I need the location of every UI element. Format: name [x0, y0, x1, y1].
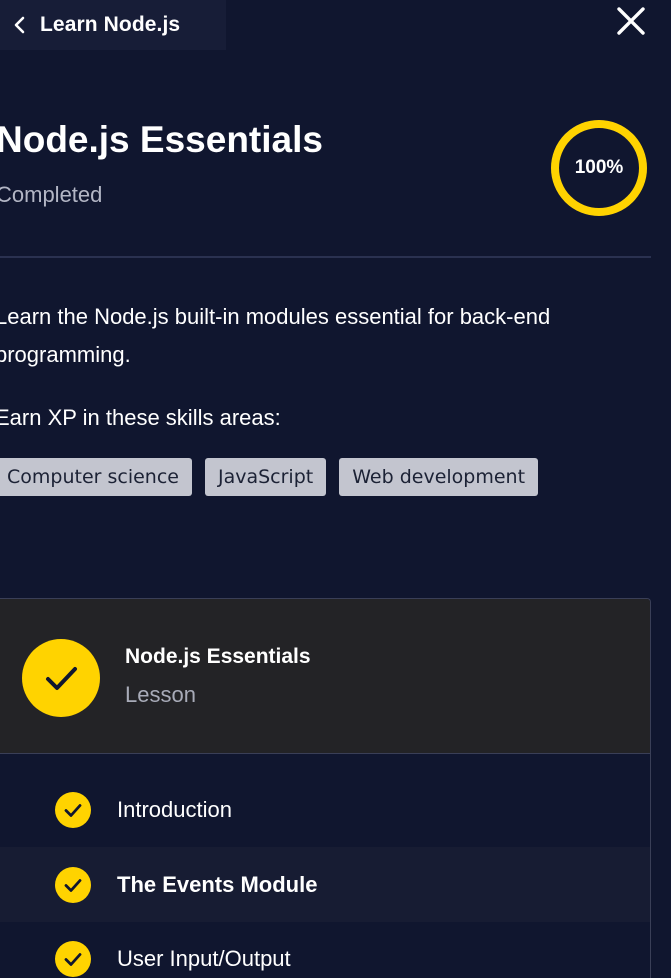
- chevron-left-icon: [14, 16, 25, 34]
- skill-tag[interactable]: JavaScript: [204, 458, 327, 496]
- close-icon[interactable]: [616, 6, 646, 36]
- progress-percent: 100%: [574, 157, 624, 178]
- divider: [0, 256, 651, 258]
- lesson-item-introduction[interactable]: Introduction: [0, 772, 650, 847]
- course-description: Learn the Node.js built-in modules essen…: [0, 304, 551, 367]
- lesson-item-label: User Input/Output: [117, 945, 291, 971]
- skill-tags: Computer science JavaScript Web developm…: [0, 458, 539, 496]
- skill-tag[interactable]: Computer science: [0, 458, 192, 496]
- lesson-item-user-io[interactable]: User Input/Output: [0, 921, 650, 978]
- lesson-item-label: Introduction: [117, 796, 232, 822]
- lesson-item-events-module[interactable]: The Events Module: [0, 847, 650, 922]
- check-circle-icon: [55, 791, 91, 828]
- course-status: Completed: [0, 182, 103, 207]
- lesson-type: Lesson: [125, 682, 196, 707]
- lesson-header[interactable]: Node.js Essentials Lesson: [0, 599, 650, 754]
- progress-ring: 100%: [548, 117, 650, 219]
- check-circle-icon: [55, 866, 91, 903]
- back-label: Learn Node.js: [40, 13, 181, 36]
- check-circle-icon: [55, 940, 91, 977]
- lesson-card: Node.js Essentials Lesson Introduction T…: [0, 598, 651, 978]
- lesson-item-label: The Events Module: [117, 871, 318, 897]
- course-panel: Learn Node.js Node.js Essentials Complet…: [0, 0, 671, 978]
- check-circle-icon: [22, 639, 100, 717]
- skill-tag[interactable]: Web development: [339, 458, 539, 496]
- skills-heading: Earn XP in these skills areas:: [0, 405, 281, 430]
- page-title: Node.js Essentials: [0, 119, 323, 160]
- back-button[interactable]: Learn Node.js: [0, 0, 226, 50]
- lesson-name: Node.js Essentials: [125, 645, 311, 668]
